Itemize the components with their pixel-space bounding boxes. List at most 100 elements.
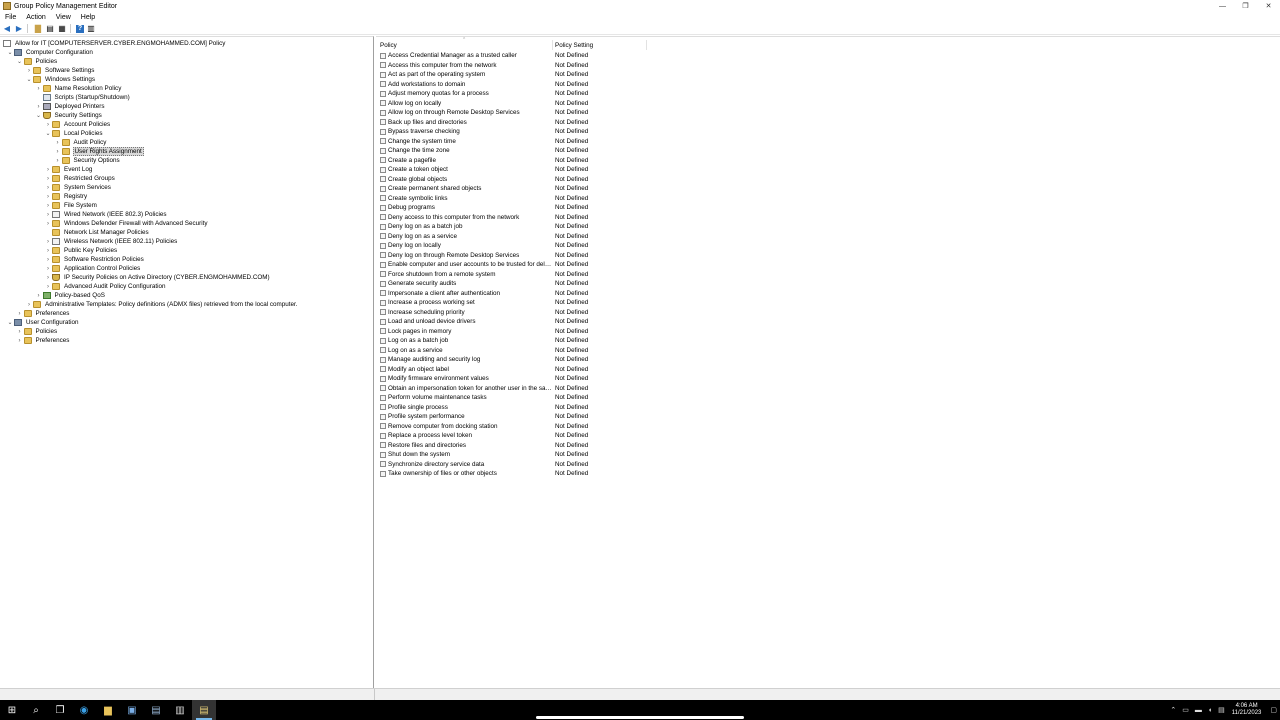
policy-row[interactable]: Deny log on as a service Not Defined (380, 232, 680, 242)
policy-row[interactable]: Allow log on locally Not Defined (380, 99, 680, 109)
console-tree-pane[interactable]: Allow for IT [COMPUTERSERVER.CYBER.ENGMO… (0, 36, 374, 688)
policy-row[interactable]: Increase scheduling priority Not Defined (380, 308, 680, 318)
tree-item[interactable]: › Software Settings (25, 66, 95, 75)
tree-item[interactable]: › Name Resolution Policy (35, 84, 123, 93)
chevron-right-icon[interactable]: › (35, 86, 43, 92)
policy-row[interactable]: Load and unload device drivers Not Define… (380, 317, 680, 327)
tree-item[interactable]: › Security Options (54, 156, 121, 165)
policy-row[interactable]: Restore files and directories Not Defined (380, 441, 680, 451)
minimize-button[interactable]: — (1211, 0, 1234, 12)
tree-root-gpo[interactable]: Allow for IT [COMPUTERSERVER.CYBER.ENGMO… (3, 39, 226, 48)
tree-item[interactable]: › Restricted Groups (44, 174, 116, 183)
back-arrow-icon[interactable]: ◀ (2, 24, 12, 34)
policy-row[interactable]: Bypass traverse checking Not Defined (380, 127, 680, 137)
chevron-right-icon[interactable]: › (16, 338, 24, 344)
tree-item[interactable]: ⌄ Security Settings (35, 111, 103, 120)
tree-item[interactable]: › System Services (44, 183, 112, 192)
policy-row[interactable]: Remove computer from docking station Not … (380, 422, 680, 432)
close-button[interactable]: ✕ (1257, 0, 1280, 12)
tree-item[interactable]: › Audit Policy (54, 138, 108, 147)
tree-item[interactable]: ⌄ Windows Settings (25, 75, 96, 84)
tree-item[interactable]: › Policy-based QoS (35, 291, 106, 300)
policy-row[interactable]: Create symbolic links Not Defined (380, 194, 680, 204)
tree-item[interactable]: › Policies (16, 327, 59, 336)
taskbar-clock[interactable]: 4:06 AM 11/21/2023 (1232, 703, 1262, 717)
policy-row[interactable]: Perform volume maintenance tasks Not Defi… (380, 393, 680, 403)
menu-action[interactable]: Action (26, 14, 45, 21)
gpo-editor-taskbar-icon[interactable]: ▤ (192, 700, 216, 720)
tree-item[interactable]: › Wireless Network (IEEE 802.11) Policies (44, 237, 178, 246)
tree-item[interactable]: Network List Manager Policies (44, 228, 150, 237)
chevron-right-icon[interactable]: › (44, 122, 52, 128)
server-manager-icon[interactable]: ▣ (120, 700, 144, 720)
chevron-right-icon[interactable]: › (44, 284, 52, 290)
policy-row[interactable]: Manage auditing and security log Not Defi… (380, 355, 680, 365)
chevron-right-icon[interactable]: › (44, 248, 52, 254)
tree-item[interactable]: ⌄ User Configuration (6, 318, 80, 327)
edge-browser-icon[interactable]: ◉ (72, 700, 96, 720)
menu-view[interactable]: View (56, 14, 71, 21)
policy-row[interactable]: Add workstations to domain Not Defined (380, 80, 680, 90)
chevron-down-icon[interactable]: ⌄ (35, 112, 43, 119)
keyboard-icon[interactable]: ▤ (1218, 706, 1225, 714)
tree-item[interactable]: › User Rights Assignment (54, 147, 144, 156)
tree-item[interactable]: › IP Security Policies on Active Director… (44, 273, 271, 282)
policy-row[interactable]: Log on as a batch job Not Defined (380, 336, 680, 346)
chevron-down-icon[interactable]: ⌄ (16, 58, 24, 65)
start-windows-icon[interactable]: ⊞ (0, 700, 24, 720)
up-folder-icon[interactable]: ▇ (33, 24, 43, 34)
policy-row[interactable]: Act as part of the operating system Not D… (380, 70, 680, 80)
policy-row[interactable]: Deny log on as a batch job Not Defined (380, 222, 680, 232)
tree-item[interactable]: › Event Log (44, 165, 93, 174)
policy-row[interactable]: Create a token object Not Defined (380, 165, 680, 175)
policy-row[interactable]: Adjust memory quotas for a process Not De… (380, 89, 680, 99)
tree-item[interactable]: › Deployed Printers (35, 102, 106, 111)
chevron-right-icon[interactable]: › (35, 104, 43, 110)
server-icon[interactable]: ▬ (1195, 707, 1202, 714)
chevron-right-icon[interactable]: › (44, 221, 52, 227)
chevron-right-icon[interactable]: › (44, 266, 52, 272)
policy-row[interactable]: Log on as a service Not Defined (380, 346, 680, 356)
tree-item[interactable]: › Preferences (16, 309, 71, 318)
policy-row[interactable]: Create global objects Not Defined (380, 175, 680, 185)
policy-row[interactable]: Profile single process Not Defined (380, 403, 680, 413)
policy-row[interactable]: Deny log on through Remote Desktop Servi… (380, 251, 680, 261)
chevron-right-icon[interactable]: › (54, 149, 62, 155)
policy-row[interactable]: Replace a process level token Not Defined (380, 431, 680, 441)
menu-help[interactable]: Help (81, 14, 95, 21)
chevron-right-icon[interactable]: › (16, 329, 24, 335)
chevron-down-icon[interactable]: ⌄ (44, 130, 52, 137)
policy-row[interactable]: Debug programs Not Defined (380, 203, 680, 213)
policy-row[interactable]: Allow log on through Remote Desktop Serv… (380, 108, 680, 118)
policy-row[interactable]: Access Credential Manager as a trusted c… (380, 51, 680, 61)
notification-icon[interactable]: ▢ (1270, 706, 1277, 714)
policy-row[interactable]: Deny log on locally Not Defined (380, 241, 680, 251)
column-divider[interactable] (646, 40, 647, 50)
tree-item[interactable]: › Software Restriction Policies (44, 255, 145, 264)
column-header-policy[interactable]: Policy (380, 41, 550, 50)
tree-item[interactable]: › Advanced Audit Policy Configuration (44, 282, 167, 291)
chevron-right-icon[interactable]: › (44, 167, 52, 173)
policy-row[interactable]: Force shutdown from a remote system Not D… (380, 270, 680, 280)
policy-row[interactable]: Change the system time Not Defined (380, 137, 680, 147)
chevron-down-icon[interactable]: ⌄ (6, 49, 14, 56)
tree-item[interactable]: › Public Key Policies (44, 246, 118, 255)
policy-row[interactable]: Create permanent shared objects Not Defin… (380, 184, 680, 194)
chevron-right-icon[interactable]: › (44, 257, 52, 263)
policy-row[interactable]: Back up files and directories Not Defined (380, 118, 680, 128)
policy-row[interactable]: Take ownership of files or other objects… (380, 469, 680, 479)
chevron-down-icon[interactable]: ⌄ (25, 76, 33, 83)
notepad-icon[interactable]: ▥ (168, 700, 192, 720)
network-icon[interactable]: ▭ (1182, 706, 1189, 714)
file-explorer-icon[interactable]: ▆ (96, 700, 120, 720)
task-view-icon[interactable]: ❐ (48, 700, 72, 720)
restore-button[interactable]: ❐ (1234, 0, 1257, 12)
tree-item[interactable]: › File System (44, 201, 98, 210)
chevron-right-icon[interactable]: › (44, 185, 52, 191)
export-list-icon[interactable]: ▦ (57, 24, 67, 34)
chevron-up-icon[interactable]: ⌃ (1170, 706, 1176, 714)
chevron-right-icon[interactable]: › (44, 194, 52, 200)
tree-item[interactable]: ⌄ Computer Configuration (6, 48, 94, 57)
policy-row[interactable]: Modify firmware environment values Not De… (380, 374, 680, 384)
chevron-down-icon[interactable]: ⌄ (6, 319, 14, 326)
